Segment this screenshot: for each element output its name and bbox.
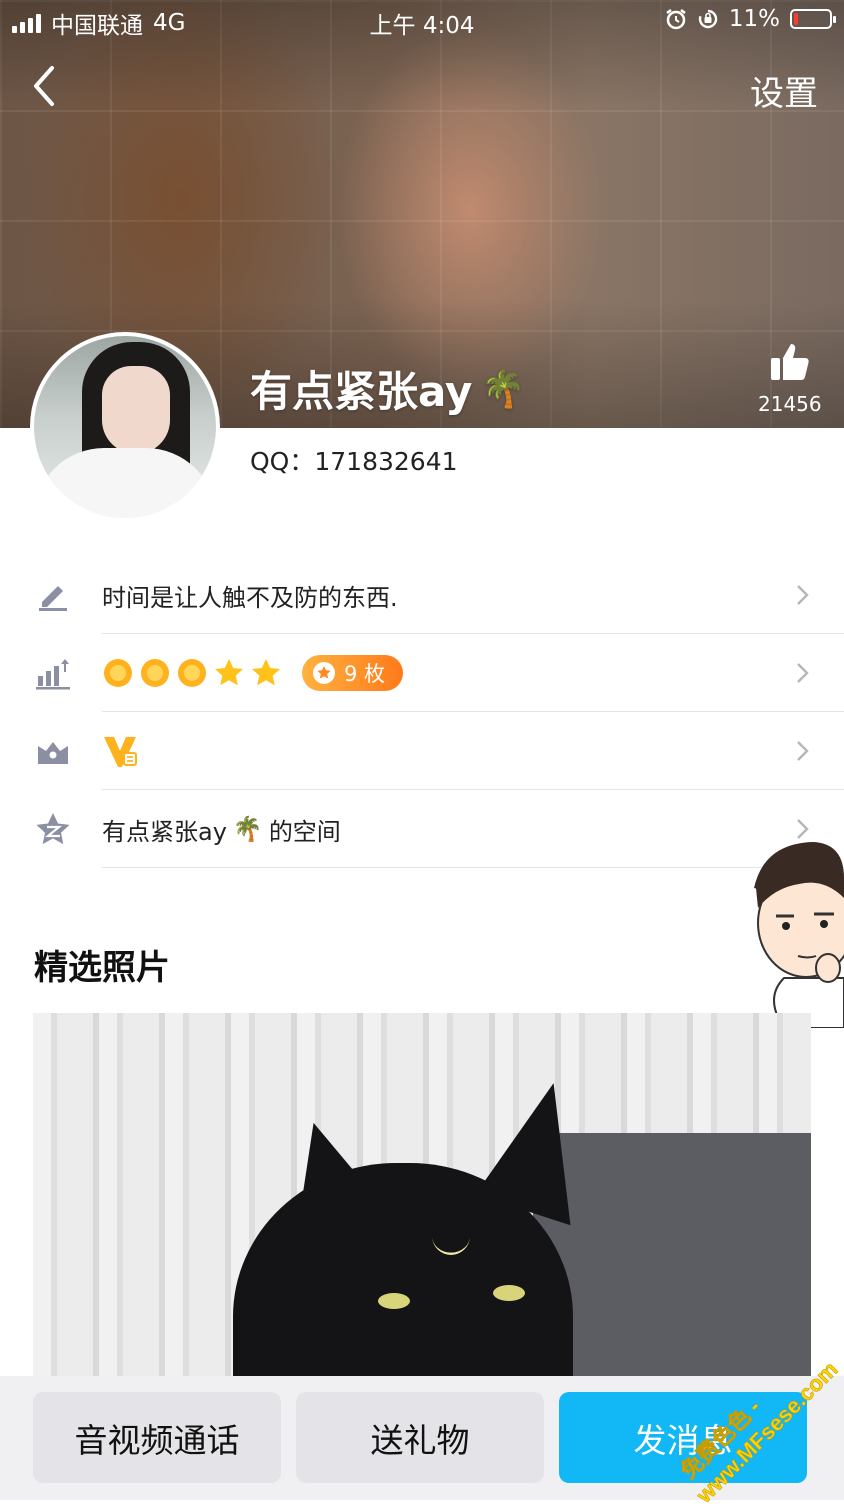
level-content: 9 枚	[102, 634, 784, 712]
signature-content: 时间是让人触不及防的东西.	[102, 556, 784, 634]
alarm-icon	[666, 9, 686, 30]
level-chart-icon	[36, 659, 70, 690]
thumbs-up-icon	[771, 344, 809, 380]
edit-icon	[39, 586, 67, 611]
chevron-right-icon	[797, 585, 809, 605]
star-icon	[252, 659, 280, 686]
chevron-right-icon	[797, 663, 809, 683]
info-list: 时间是让人触不及防的东西. 9 枚 有点紧张ay 🌴 的空间	[0, 556, 844, 868]
status-right: 11%	[665, 6, 836, 32]
level-row[interactable]: 9 枚	[0, 634, 844, 712]
sun-icon	[178, 659, 206, 687]
featured-photos-title: 精选照片	[34, 948, 170, 988]
nickname: 有点紧张ay 🌴	[250, 358, 525, 419]
sun-icon	[104, 659, 132, 687]
nickname-text: 有点紧张ay	[250, 367, 473, 416]
signature-row[interactable]: 时间是让人触不及防的东西.	[0, 556, 844, 634]
send-gift-button[interactable]: 送礼物	[296, 1392, 544, 1483]
crown-icon	[38, 742, 68, 764]
featured-photo[interactable]	[33, 1013, 811, 1400]
signature-text: 时间是让人触不及防的东西.	[102, 583, 398, 612]
battery-percent: 11%	[728, 6, 780, 32]
medal-icon	[313, 662, 335, 684]
vip-content	[102, 712, 784, 790]
medal-badge[interactable]: 9 枚	[302, 655, 404, 691]
avatar-face	[102, 366, 170, 454]
cat-eye	[378, 1293, 410, 1309]
qzone-owner: 有点紧张ay	[102, 817, 227, 846]
qq-number: QQ：171832641	[250, 447, 458, 476]
qzone-content: 有点紧张ay 🌴 的空间	[102, 790, 784, 868]
battery-icon	[790, 9, 836, 29]
divider	[102, 867, 844, 868]
rotation-lock-icon	[698, 9, 718, 29]
star-icon	[215, 659, 243, 686]
avatar[interactable]	[30, 332, 220, 522]
crescent-moon-icon	[432, 1236, 470, 1255]
cartoon-character[interactable]	[744, 838, 844, 1028]
like-count: 21456	[758, 392, 822, 416]
back-button[interactable]	[28, 62, 68, 110]
cat-eye	[493, 1285, 525, 1301]
qzone-suffix: 的空间	[268, 817, 341, 846]
chevron-right-icon	[797, 819, 809, 839]
status-bar: 中国联通 4G 上午 4:04 11%	[0, 0, 844, 40]
qzone-row[interactable]: 有点紧张ay 🌴 的空间	[0, 790, 844, 868]
settings-button[interactable]: 设置	[750, 66, 818, 115]
palm-tree-emoji: 🌴	[480, 368, 526, 410]
palm-tree-emoji: 🌴	[232, 815, 263, 843]
like-button[interactable]: 21456	[758, 340, 822, 416]
chevron-left-icon	[34, 66, 54, 106]
medal-count: 9 枚	[344, 662, 386, 686]
video-call-button[interactable]: 音视频通话	[33, 1392, 281, 1483]
sun-icon	[141, 659, 169, 687]
qzone-star-icon	[36, 813, 70, 845]
send-message-button[interactable]: 发消息	[559, 1392, 807, 1483]
bottom-action-bar: 音视频通话 送礼物 发消息	[0, 1376, 844, 1500]
vip-row[interactable]	[0, 712, 844, 790]
vip-badge-icon	[104, 737, 137, 767]
level-icons	[102, 657, 282, 689]
chevron-right-icon	[797, 741, 809, 761]
